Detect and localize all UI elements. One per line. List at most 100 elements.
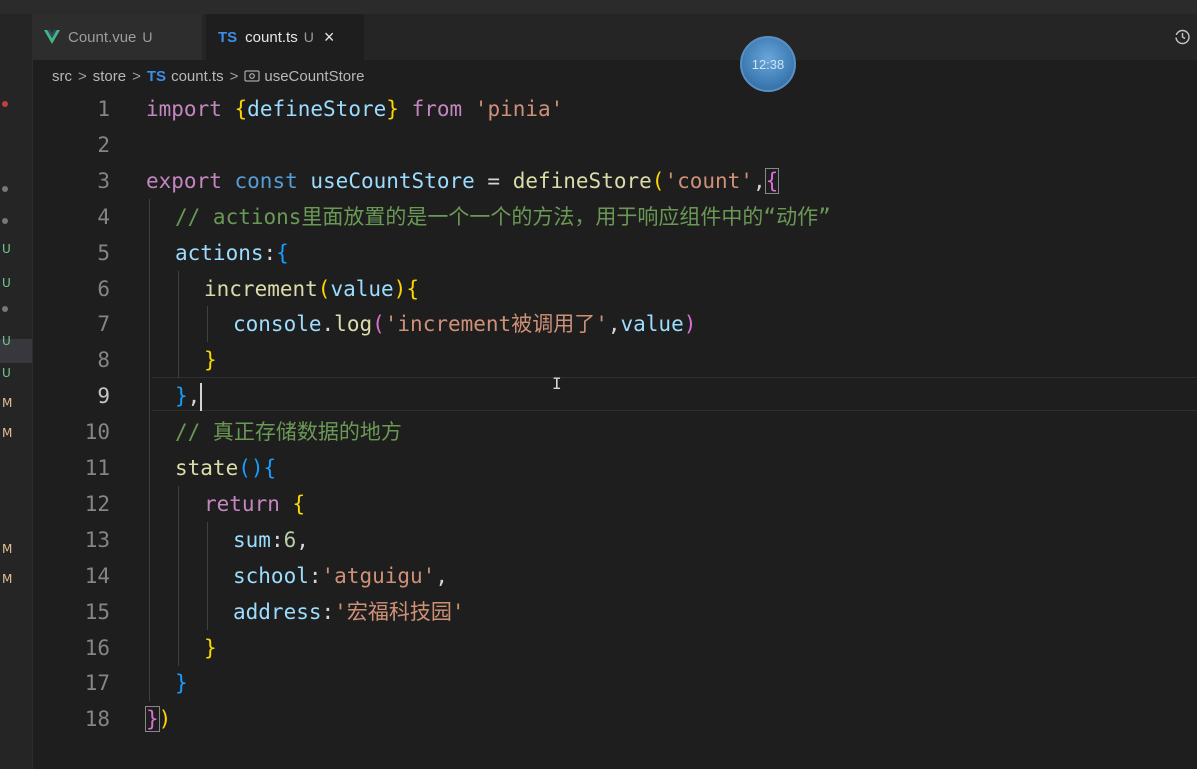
breadcrumb-symbol[interactable]: useCountStore xyxy=(264,68,364,85)
git-status-modified: M xyxy=(2,426,13,440)
clock-widget: 12:38 xyxy=(740,36,796,92)
line-number: 9 xyxy=(97,384,110,409)
code-token: } xyxy=(386,97,399,121)
line-number: 12 xyxy=(84,491,110,516)
caret xyxy=(200,383,203,412)
breadcrumb-src[interactable]: src xyxy=(52,68,72,85)
code-line[interactable]: 3 export const useCountStore = defineStor… xyxy=(32,163,1197,199)
code-text: address:'宏福科技园' xyxy=(233,594,464,630)
code-line[interactable]: 4 // actions里面放置的是一个一个的方法，用于响应组件中的“动作” xyxy=(32,198,1197,235)
code-token: 6 xyxy=(283,527,297,552)
code-text: } xyxy=(204,342,217,378)
code-token: } xyxy=(204,635,217,660)
close-icon[interactable]: × xyxy=(324,27,335,48)
code-token: useCountStore xyxy=(310,168,475,193)
code-line[interactable]: 16} xyxy=(32,629,1197,666)
breadcrumb: src > store > TS count.ts > useCountStor… xyxy=(52,66,364,86)
code-text: school:'atguigu', xyxy=(233,558,448,594)
code-token: } xyxy=(204,348,217,373)
indent-guide xyxy=(178,342,179,379)
code-token: { xyxy=(764,167,780,194)
code-line[interactable]: 15 address:'宏福科技园' xyxy=(32,593,1197,630)
breadcrumb-file[interactable]: count.ts xyxy=(171,68,224,85)
git-dot xyxy=(2,186,8,192)
code-token: increment xyxy=(204,276,318,301)
indent-guide xyxy=(149,450,150,486)
code-token: '宏福科技园' xyxy=(334,599,465,624)
tab-count-vue[interactable]: Count.vue U xyxy=(32,14,202,60)
code-line[interactable]: 13 sum:6, xyxy=(32,521,1197,558)
tab-label: Count.vue xyxy=(68,28,137,46)
code-token: value xyxy=(330,276,394,301)
code-line[interactable]: 10 // 真正存储数据的地方 xyxy=(32,414,1197,451)
line-number: 16 xyxy=(84,635,110,660)
code-line[interactable]: 1 import {defineStore} from 'pinia' xyxy=(32,91,1197,127)
code-token: : xyxy=(270,527,284,552)
code-line[interactable]: 8} xyxy=(32,342,1197,379)
code-line[interactable]: 6 increment(value){ xyxy=(32,270,1197,307)
code-token: { xyxy=(276,240,289,265)
code-token: 'atguigu' xyxy=(321,563,436,588)
chevron-right-icon: > xyxy=(78,67,87,85)
code-line[interactable]: 18}) xyxy=(32,701,1197,737)
code-token: ) xyxy=(683,312,697,337)
git-status-modified: M xyxy=(2,396,13,410)
git-status-untracked: U xyxy=(2,242,11,256)
code-line[interactable]: 9}, xyxy=(32,378,1197,415)
code-line[interactable]: 14 school:'atguigu', xyxy=(32,557,1197,594)
code-line[interactable]: 11 state(){ xyxy=(32,450,1197,486)
code-line[interactable]: 2 xyxy=(32,127,1197,163)
code-token: () xyxy=(238,456,264,480)
code-token: { xyxy=(263,456,277,480)
line-number: 1 xyxy=(97,97,110,121)
code-line[interactable]: 17} xyxy=(32,665,1197,702)
indent-guide xyxy=(149,485,150,522)
code-token: import xyxy=(146,97,222,121)
code-token: sum xyxy=(233,527,271,552)
tab-count-ts[interactable]: TS count.ts U × xyxy=(206,14,364,60)
code-token: ( xyxy=(317,276,331,301)
code-token: // 真正存储数据的地方 xyxy=(175,420,402,445)
code-token: value xyxy=(620,312,684,337)
code-token: defineStore xyxy=(512,168,652,193)
code-text: sum:6, xyxy=(233,522,309,558)
git-dot xyxy=(2,101,8,107)
code-line[interactable]: 5 actions:{ xyxy=(32,234,1197,271)
indent-guide xyxy=(178,521,179,558)
code-line[interactable]: 7 console.log('increment被调用了',value) xyxy=(32,306,1197,343)
line-number: 14 xyxy=(84,563,110,588)
indent-guide xyxy=(178,270,179,307)
indent-guide xyxy=(178,306,179,343)
code-token: } xyxy=(175,384,188,409)
indent-guide xyxy=(149,234,150,271)
code-token: : xyxy=(263,240,277,265)
code-text: // 真正存储数据的地方 xyxy=(175,414,402,450)
code-editor[interactable]: 1 import {defineStore} from 'pinia' 2 3 expo… xyxy=(32,90,1197,769)
code-token: , xyxy=(435,563,448,588)
code-token: school xyxy=(233,563,309,588)
code-text: // actions里面放置的是一个一个的方法，用于响应组件中的“动作” xyxy=(175,199,831,235)
vscode-window: U U U U M M M M Count.vue U TS count.ts … xyxy=(0,0,1197,769)
history-icon[interactable] xyxy=(1173,28,1191,46)
code-token: ) xyxy=(393,276,407,301)
code-token: export xyxy=(146,168,222,193)
breadcrumb-store[interactable]: store xyxy=(93,68,126,85)
indent-guide xyxy=(149,414,150,451)
code-token: return xyxy=(204,491,280,516)
code-token: { xyxy=(234,97,248,121)
code-text: state(){ xyxy=(175,450,276,486)
code-line[interactable]: 12 return { xyxy=(32,485,1197,522)
code-token: from xyxy=(411,97,463,121)
tab-status: U xyxy=(142,29,153,45)
indent-guide xyxy=(149,521,150,558)
code-token: state xyxy=(175,456,239,480)
line-number: 13 xyxy=(84,527,110,552)
indent-guide xyxy=(149,270,150,307)
indent-guide xyxy=(207,593,208,630)
git-status-untracked: U xyxy=(2,366,11,380)
line-number: 6 xyxy=(97,276,110,301)
